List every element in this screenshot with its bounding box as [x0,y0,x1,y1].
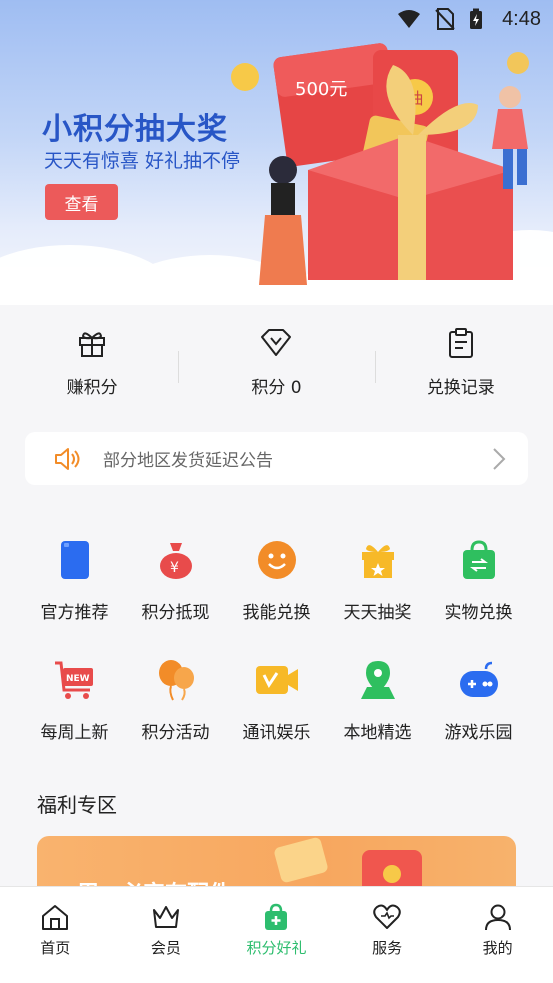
can-exchange-button[interactable]: 我能兑换 [226,530,327,650]
diamond-icon [261,329,292,356]
grid-label: 本地精选 [343,723,412,743]
tab-mine[interactable]: 我的 [442,887,553,983]
smile-icon [257,541,296,579]
exchange-history-button[interactable]: 兑换记录 [369,305,553,423]
shopping-bag-icon [462,540,495,579]
grid-label: 官方推荐 [40,603,109,623]
home-icon [42,905,69,930]
points-balance-button[interactable]: 积分 0 [184,305,368,423]
gamepad-icon [459,661,498,697]
official-recommend-button[interactable]: 官方推荐 [24,530,125,650]
heart-icon [373,904,401,929]
tab-label: 服务 [372,939,403,957]
promo-banner[interactable]: 4:48 小积分抽大奖 天天有惊喜 好礼抽不停 查看 500元 抽 [0,0,553,305]
tab-label: 首页 [40,939,71,957]
crown-icon [152,906,179,928]
map-pin-icon [360,661,395,699]
quick-actions: 赚积分 积分 0 兑换记录 [0,305,553,423]
tab-label: 积分好礼 [246,939,307,957]
balloon-icon [158,660,194,701]
banner-view-button[interactable]: 查看 [45,184,118,220]
chevron-right-icon [493,448,506,470]
earn-points-button[interactable]: 赚积分 [0,305,184,423]
exchange-history-label: 兑换记录 [426,378,495,398]
person-icon [484,904,511,931]
grid-label: 我能兑换 [242,603,311,623]
points-balance-label: 积分 0 [251,378,302,398]
tab-service[interactable]: 服务 [332,887,443,983]
daily-lottery-button[interactable]: 天天抽奖 [327,530,428,650]
money-bag-icon: ¥ [159,543,192,579]
speaker-icon [55,447,80,470]
grid-label: 实物兑换 [444,603,513,623]
announcement-bar[interactable]: 部分地区发货延迟公告 [25,432,528,485]
banner-subtitle: 天天有惊喜 好礼抽不停 [44,150,241,172]
gift-box-icon [361,545,394,578]
clipboard-icon [448,328,473,358]
welfare-section-title: 福利专区 [37,793,117,817]
gift-bag-icon [265,903,288,930]
tab-points-gifts[interactable]: 积分好礼 [221,887,332,983]
grid-label: 游戏乐园 [444,723,513,743]
tab-member[interactable]: 会员 [111,887,222,983]
points-activity-button[interactable]: 积分活动 [125,650,226,770]
grid-label: 天天抽奖 [343,603,412,623]
grid-label: 通讯娱乐 [242,723,311,743]
telecom-entertainment-button[interactable]: 通讯娱乐 [226,650,327,770]
banner-title: 小积分抽大奖 [42,112,228,147]
tab-label: 会员 [150,939,181,957]
gift-icon [79,332,106,357]
svg-text:NEW: NEW [66,674,90,684]
physical-exchange-button[interactable]: 实物兑换 [428,530,529,650]
local-picks-button[interactable]: 本地精选 [327,650,428,770]
phone-icon [60,541,89,579]
weekly-new-button[interactable]: NEW 每周上新 [24,650,125,770]
cart-new-icon: NEW [54,661,93,699]
video-icon [255,666,298,694]
bottom-tab-bar: 首页 会员 积分好礼 服务 我的 [0,886,553,983]
category-grid: 官方推荐 ¥ 积分抵现 我能兑换 天天抽奖 实物兑换 NEW 每周上新 积分活动 [24,530,529,770]
tab-label: 我的 [482,939,513,957]
svg-text:¥: ¥ [170,560,179,576]
earn-points-label: 赚积分 [66,378,118,398]
grid-label: 每周上新 [40,723,109,743]
tab-home[interactable]: 首页 [0,887,111,983]
envelope-amount: 500元 [295,79,347,100]
grid-label: 积分活动 [141,723,210,743]
announcement-text: 部分地区发货延迟公告 [103,451,273,471]
lottery-illustration: 500元 抽 [231,43,529,285]
game-park-button[interactable]: 游戏乐园 [428,650,529,770]
divider [178,351,179,383]
points-cash-button[interactable]: ¥ 积分抵现 [125,530,226,650]
grid-label: 积分抵现 [141,603,210,623]
